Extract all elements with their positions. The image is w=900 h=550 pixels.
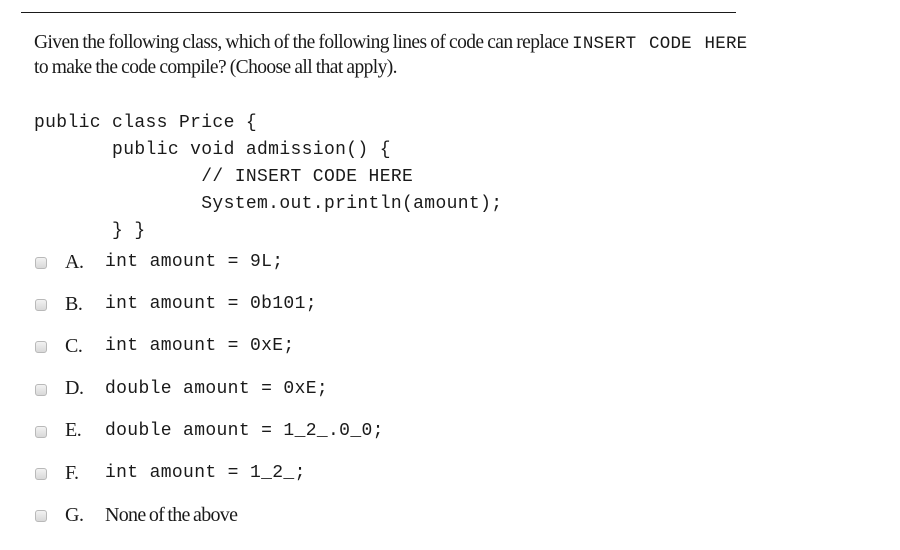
question-text: Given the following class, which of the …: [34, 32, 573, 53]
option-e[interactable]: E. double amount = 1_2_.0_0;: [35, 410, 384, 452]
horizontal-divider: [21, 12, 736, 13]
option-g[interactable]: G. None of the above: [35, 494, 384, 536]
code-line: // INSERT CODE HERE: [34, 167, 414, 187]
option-letter: D.: [65, 377, 84, 400]
option-text: None of the above: [105, 503, 238, 526]
option-letter: B.: [65, 292, 83, 315]
option-letter: A.: [65, 250, 84, 273]
option-code: double amount = 0xE;: [105, 378, 329, 399]
option-letter: F.: [65, 461, 79, 484]
option-letter: C.: [65, 334, 83, 357]
option-letter: G.: [65, 503, 84, 526]
inline-code: INSERT CODE HERE: [572, 34, 748, 54]
option-f[interactable]: F. int amount = 1_2_;: [35, 452, 384, 494]
question-line-2: to make the code compile? (Choose all th…: [34, 57, 398, 78]
option-code: double amount = 1_2_.0_0;: [105, 420, 384, 441]
answer-options: A. int amount = 9L; B. int amount = 0b10…: [35, 241, 384, 536]
option-code: int amount = 0xE;: [105, 336, 295, 357]
checkbox-c[interactable]: [35, 341, 47, 354]
checkbox-f[interactable]: [35, 468, 47, 481]
option-c[interactable]: C. int amount = 0xE;: [35, 325, 384, 367]
question-line-1: Given the following class, which of the …: [34, 31, 894, 56]
checkbox-g[interactable]: [35, 510, 47, 523]
option-b[interactable]: B. int amount = 0b101;: [35, 283, 384, 325]
code-block: public class Price { public void admissi…: [34, 110, 502, 245]
code-line: System.out.println(amount);: [34, 194, 503, 214]
code-line: public class Price {: [34, 113, 258, 133]
option-code: int amount = 0b101;: [105, 294, 317, 315]
option-a[interactable]: A. int amount = 9L;: [35, 241, 384, 283]
option-letter: E.: [65, 419, 82, 442]
code-line: public void admission() {: [34, 140, 391, 160]
checkbox-b[interactable]: [35, 299, 47, 312]
question-prompt: Given the following class, which of the …: [34, 31, 894, 79]
option-code: int amount = 1_2_;: [105, 463, 306, 484]
checkbox-e[interactable]: [35, 425, 47, 438]
checkbox-d[interactable]: [35, 383, 47, 396]
option-code: int amount = 9L;: [105, 252, 284, 273]
option-d[interactable]: D. double amount = 0xE;: [35, 368, 384, 410]
code-line: } }: [34, 221, 146, 241]
checkbox-a[interactable]: [35, 257, 47, 270]
